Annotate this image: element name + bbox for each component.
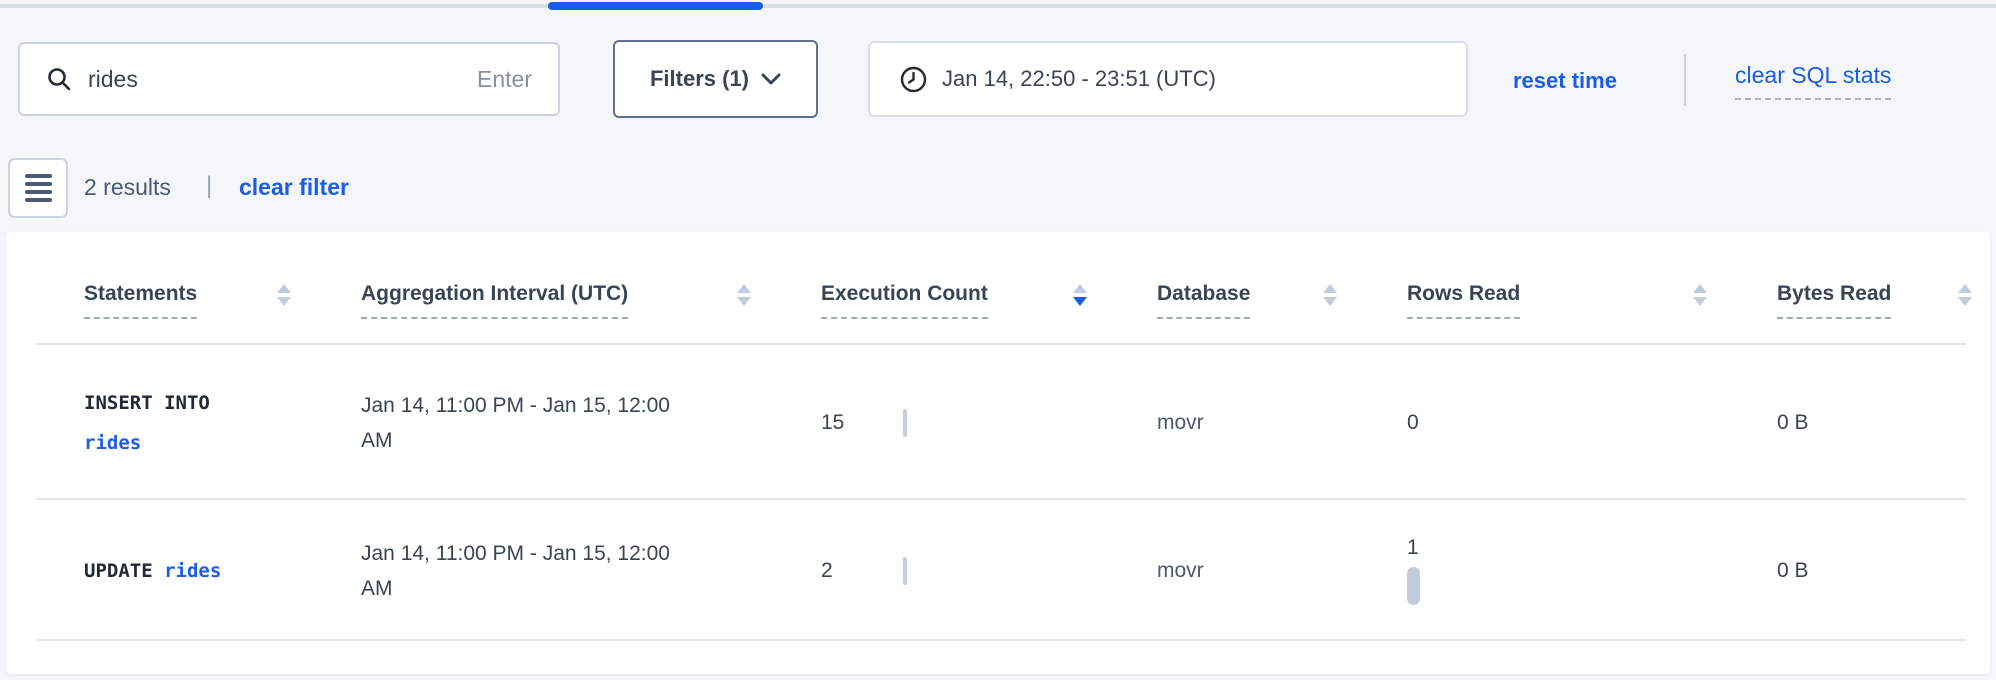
time-range-picker[interactable]: Jan 14, 22:50 - 23:51 (UTC) — [868, 41, 1468, 117]
database-cell: movr — [1151, 411, 1401, 435]
rows-read-value: 0 — [1407, 411, 1419, 435]
sort-arrows-statements[interactable] — [277, 284, 291, 306]
column-header-statements[interactable]: Statements — [78, 281, 355, 345]
aggregation-interval-cell: Jan 14, 11:00 PM - Jan 15, 12:00 AM — [355, 536, 671, 606]
bytes-read-cell: 0 B — [1771, 559, 1990, 583]
clock-icon — [900, 66, 927, 93]
table-row: INSERT INTO rides Jan 14, 11:00 PM - Jan… — [6, 345, 1990, 500]
filters-button[interactable]: Filters (1) — [613, 40, 818, 118]
column-header-execution-count[interactable]: Execution Count — [815, 281, 1151, 345]
sort-arrows-bytes-read[interactable] — [1958, 284, 1972, 306]
statement-keyword: UPDATE — [84, 560, 153, 582]
sort-arrows-database[interactable] — [1323, 284, 1337, 306]
execution-count-cell: 15 — [815, 409, 1151, 437]
column-header-bytes-read[interactable]: Bytes Read — [1771, 281, 1990, 345]
execution-count-value: 15 — [821, 411, 877, 435]
statement-cell: UPDATE rides — [78, 551, 250, 591]
statements-table-card: Statements Aggregation Interval (UTC) Ex… — [6, 232, 1990, 674]
statement-table-link[interactable]: rides — [84, 432, 141, 454]
results-separator: | — [206, 172, 212, 200]
search-enter-hint: Enter — [477, 66, 532, 93]
clear-filter-link[interactable]: clear filter — [239, 174, 349, 201]
bytes-read-cell: 0 B — [1771, 411, 1990, 435]
search-input[interactable]: rides Enter — [18, 42, 560, 116]
sort-arrows-rows-read[interactable] — [1693, 284, 1707, 306]
execution-count-value: 2 — [821, 559, 877, 583]
sort-arrows-aggregation-interval[interactable] — [737, 284, 751, 306]
tab-strip — [0, 4, 1996, 8]
table-header-row: Statements Aggregation Interval (UTC) Ex… — [6, 232, 1990, 345]
rows-read-value: 1 — [1407, 536, 1419, 560]
execution-count-bar — [903, 409, 907, 437]
results-count: 2 results — [84, 174, 171, 201]
table-row: UPDATE rides Jan 14, 11:00 PM - Jan 15, … — [6, 500, 1990, 641]
column-selector-button[interactable] — [8, 158, 68, 218]
sort-arrows-execution-count[interactable] — [1073, 284, 1087, 306]
column-header-rows-read[interactable]: Rows Read — [1401, 281, 1771, 345]
statement-keyword: INSERT INTO — [84, 392, 210, 414]
time-range-label: Jan 14, 22:50 - 23:51 (UTC) — [942, 66, 1216, 92]
search-value[interactable]: rides — [88, 66, 477, 93]
active-tab-indicator — [548, 2, 763, 10]
rows-read-cell: 0 — [1401, 411, 1771, 435]
statement-cell: INSERT INTO rides — [78, 383, 250, 463]
column-header-aggregation-interval[interactable]: Aggregation Interval (UTC) — [355, 281, 815, 345]
filters-label: Filters (1) — [650, 66, 749, 92]
execution-count-cell: 2 — [815, 557, 1151, 585]
aggregation-interval-cell: Jan 14, 11:00 PM - Jan 15, 12:00 AM — [355, 388, 671, 458]
clear-sql-stats-link[interactable]: clear SQL stats — [1735, 62, 1891, 100]
search-icon — [46, 66, 72, 92]
column-selector-icon — [25, 174, 52, 202]
reset-time-link[interactable]: reset time — [1513, 68, 1617, 94]
statement-table-link[interactable]: rides — [164, 560, 221, 582]
chevron-down-icon — [761, 73, 781, 86]
database-cell: movr — [1151, 559, 1401, 583]
toolbar-divider — [1684, 54, 1686, 106]
execution-count-bar — [903, 557, 907, 585]
rows-read-cell: 1 — [1401, 536, 1771, 605]
rows-read-bar — [1407, 567, 1420, 605]
column-header-database[interactable]: Database — [1151, 281, 1401, 345]
